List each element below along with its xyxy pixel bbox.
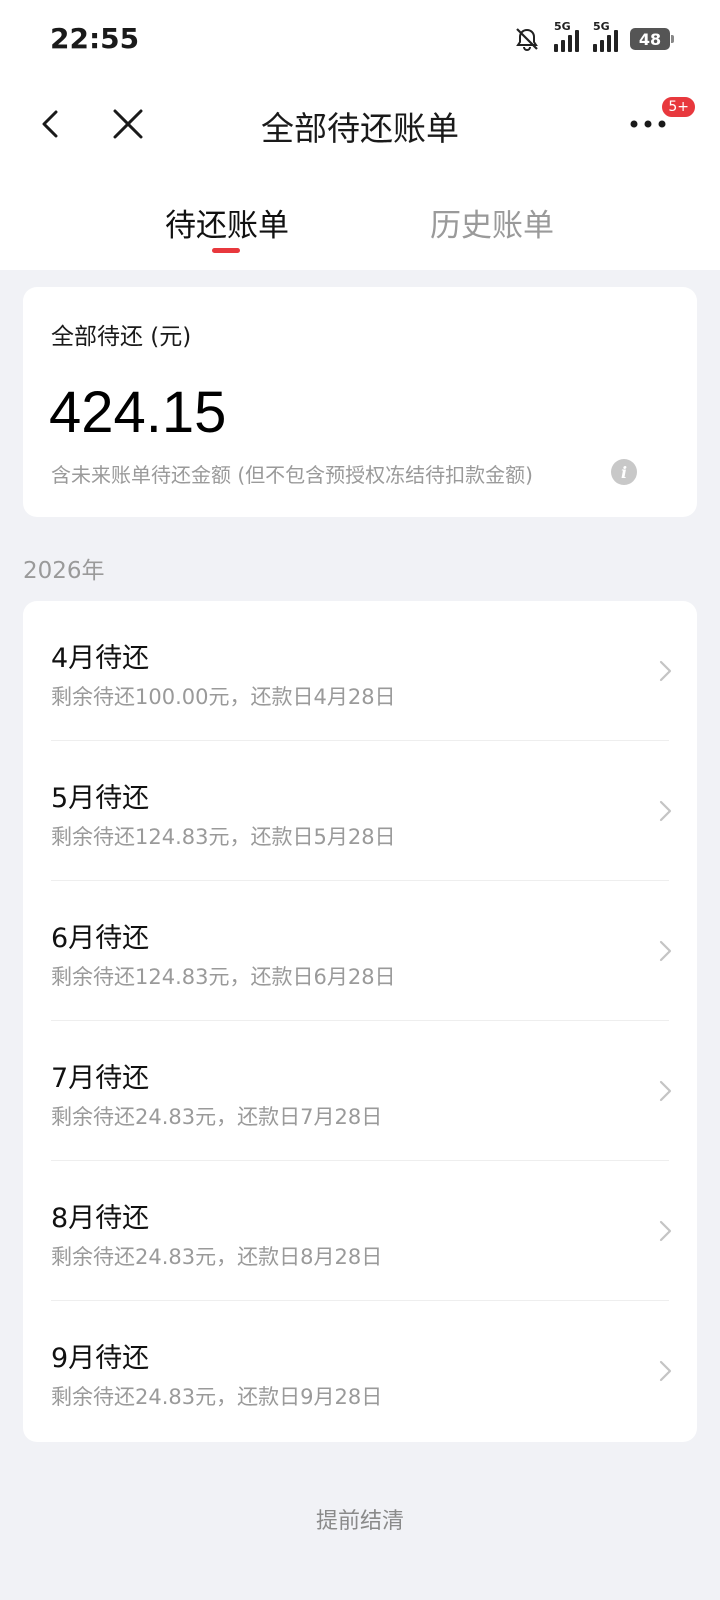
tab-pending-bills[interactable]: 待还账单 xyxy=(165,200,289,245)
bell-off-icon xyxy=(516,28,538,51)
bill-subtitle: 剩余待还24.83元，还款日9月28日 xyxy=(51,1385,383,1409)
page-title: 全部待还账单 xyxy=(261,109,459,148)
bill-title: 8月待还 xyxy=(51,1203,150,1234)
tab-history-bills[interactable]: 历史账单 xyxy=(430,200,554,245)
network-type-label: 5G xyxy=(554,20,571,33)
bill-title: 6月待还 xyxy=(51,923,150,954)
list-item[interactable]: 6月待还 剩余待还124.83元，还款日6月28日 xyxy=(23,881,697,1021)
early-settlement-button[interactable]: 提前结清 xyxy=(0,1503,720,1535)
battery-level: 48 xyxy=(638,29,662,49)
tab-active-indicator xyxy=(212,248,240,253)
signal-strength-1: 5G xyxy=(554,20,579,52)
summary-card: 全部待还 (元) 424.15 含未来账单待还金额 (但不包含预授权冻结待扣款金… xyxy=(23,287,697,517)
summary-note: 含未来账单待还金额 (但不包含预授权冻结待扣款金额) xyxy=(51,463,533,487)
bill-subtitle: 剩余待还124.83元，还款日6月28日 xyxy=(51,965,396,989)
bill-title: 7月待还 xyxy=(51,1063,150,1094)
info-icon[interactable]: i xyxy=(611,459,637,485)
network-type-label: 5G xyxy=(593,20,610,33)
bill-title: 4月待还 xyxy=(51,643,150,674)
list-item[interactable]: 8月待还 剩余待还24.83元，还款日8月28日 xyxy=(23,1161,697,1301)
bill-list: 4月待还 剩余待还100.00元，还款日4月28日 5月待还 剩余待还124.8… xyxy=(23,601,697,1442)
chevron-right-icon xyxy=(659,800,672,822)
status-time: 22:55 xyxy=(50,22,140,55)
battery-icon: 48 xyxy=(630,28,674,50)
summary-label: 全部待还 (元) xyxy=(51,324,192,350)
list-item[interactable]: 7月待还 剩余待还24.83元，还款日7月28日 xyxy=(23,1021,697,1161)
notification-badge: 5+ xyxy=(661,96,696,118)
chevron-right-icon xyxy=(659,940,672,962)
tab-bar: 待还账单 历史账单 xyxy=(0,190,720,270)
chevron-right-icon xyxy=(659,1220,672,1242)
status-icons: 5G 5G 48 xyxy=(514,20,674,54)
chevron-right-icon xyxy=(659,1360,672,1382)
bill-subtitle: 剩余待还124.83元，还款日5月28日 xyxy=(51,825,396,849)
year-label: 2026年 xyxy=(23,558,105,584)
status-bar: 22:55 5G 5G 48 xyxy=(0,0,720,80)
bill-subtitle: 剩余待还100.00元，还款日4月28日 xyxy=(51,685,396,709)
bill-title: 5月待还 xyxy=(51,783,150,814)
chevron-right-icon xyxy=(659,660,672,682)
list-item[interactable]: 9月待还 剩余待还24.83元，还款日9月28日 xyxy=(23,1301,697,1441)
signal-strength-2: 5G xyxy=(593,20,618,52)
total-amount: 424.15 xyxy=(49,380,227,445)
bill-subtitle: 剩余待还24.83元，还款日8月28日 xyxy=(51,1245,383,1269)
nav-bar: 全部待还账单 xyxy=(0,80,720,170)
list-item[interactable]: 5月待还 剩余待还124.83元，还款日5月28日 xyxy=(23,741,697,881)
bill-title: 9月待还 xyxy=(51,1343,150,1374)
chevron-right-icon xyxy=(659,1080,672,1102)
bill-subtitle: 剩余待还24.83元，还款日7月28日 xyxy=(51,1105,383,1129)
list-item[interactable]: 4月待还 剩余待还100.00元，还款日4月28日 xyxy=(23,601,697,741)
